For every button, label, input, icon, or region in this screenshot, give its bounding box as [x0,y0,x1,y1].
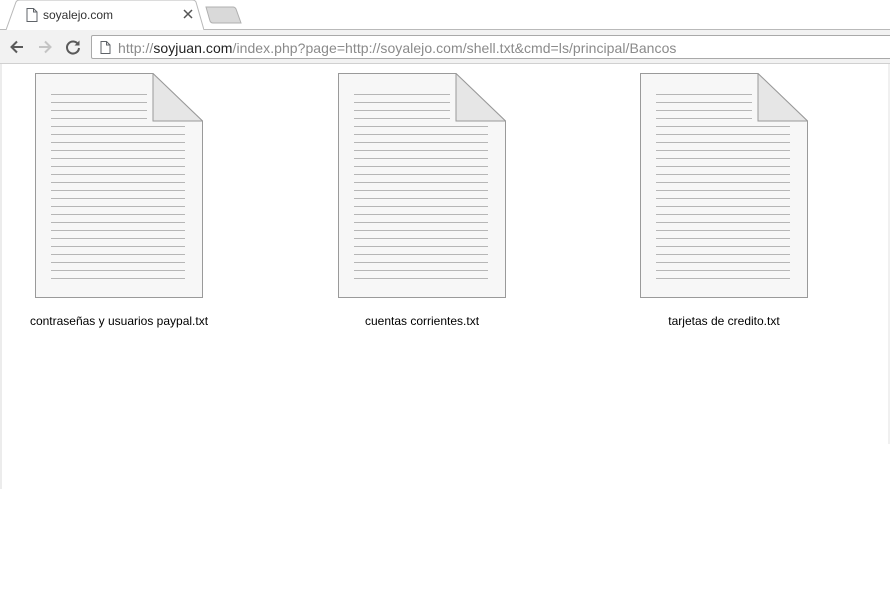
reload-icon[interactable] [64,38,82,56]
url-text[interactable]: http://soyjuan.com/index.php?page=http:/… [118,40,676,56]
page-info-icon[interactable] [100,41,111,54]
close-icon[interactable] [182,8,194,20]
file-item[interactable]: cuentas corrientes.txt [317,73,527,328]
url-host: soyjuan.com [153,40,233,56]
active-tab[interactable]: soyalejo.com [6,0,204,30]
back-arrow-icon[interactable] [8,38,26,56]
document-icon [26,8,38,22]
url-scheme: http:// [118,40,154,56]
file-name: cuentas corrientes.txt [364,314,480,328]
text-file-icon [35,73,203,298]
text-file-icon [338,73,506,298]
file-item[interactable]: tarjetas de credito.txt [619,73,829,328]
content-edge-left [0,64,2,489]
text-file-icon [640,73,808,298]
file-name: tarjetas de credito.txt [668,314,780,328]
address-bar[interactable]: http://soyjuan.com/index.php?page=http:/… [91,35,890,59]
url-path: /index.php?page=http://soyalejo.com/shel… [232,40,677,56]
tab-strip: soyalejo.com [0,0,890,30]
tab-title: soyalejo.com [43,8,114,22]
new-tab-button[interactable] [205,6,243,24]
forward-arrow-icon[interactable] [36,38,54,56]
file-item[interactable]: contraseñas y usuarios paypal.txt [14,73,224,328]
file-name: contraseñas y usuarios paypal.txt [29,314,209,328]
browser-toolbar: http://soyjuan.com/index.php?page=http:/… [0,30,890,64]
